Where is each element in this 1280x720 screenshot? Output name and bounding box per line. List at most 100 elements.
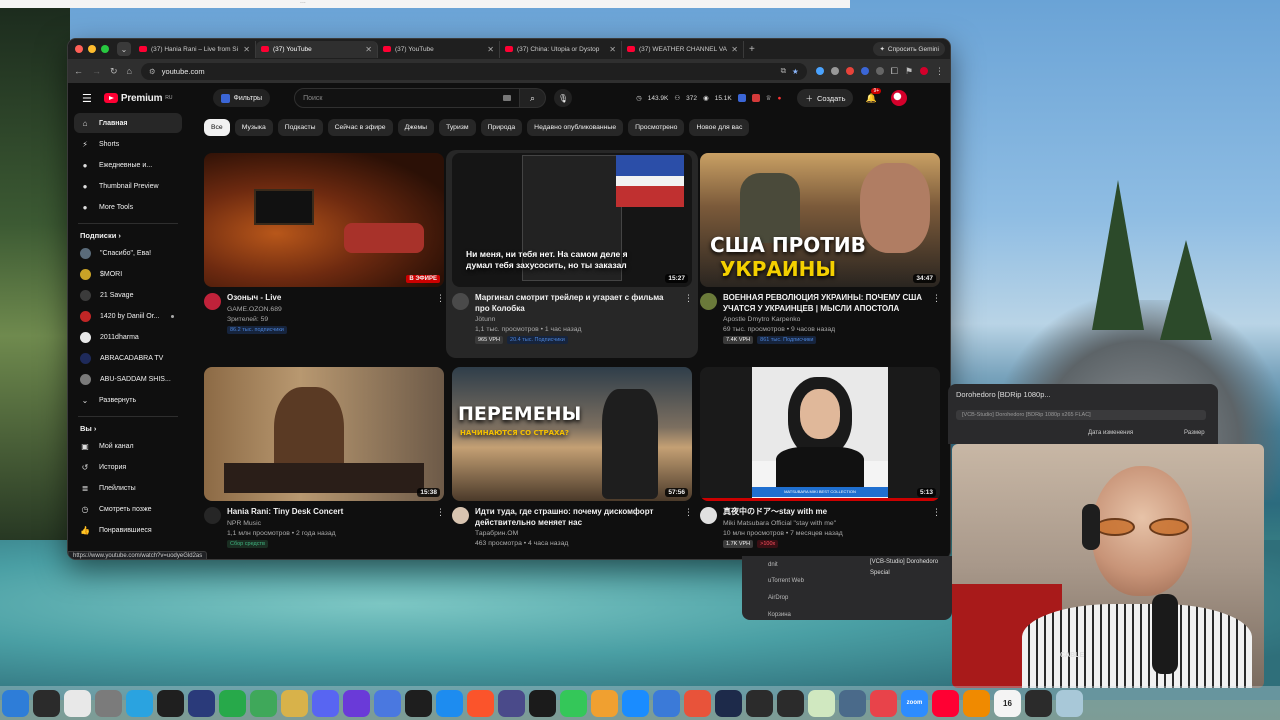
channel-name[interactable]: GAME.OZON.689 bbox=[227, 305, 430, 315]
create-button[interactable]: ＋ Создать bbox=[797, 89, 854, 107]
more-actions-icon[interactable]: ⋮ bbox=[684, 293, 693, 344]
photos-icon[interactable] bbox=[591, 689, 618, 717]
video-title[interactable]: 真夜中のドア〜stay with me bbox=[723, 507, 926, 518]
filter-chip[interactable]: Туризм bbox=[439, 119, 476, 136]
sidebar-subscription[interactable]: ABRACADABRA TV bbox=[74, 348, 182, 368]
close-tab-icon[interactable]: ✕ bbox=[365, 45, 372, 54]
close-tab-icon[interactable]: ✕ bbox=[731, 45, 738, 54]
video-card[interactable]: 15:38 Hania Rani: Tiny Desk Concert NPR … bbox=[204, 367, 445, 548]
video-thumbnail[interactable]: MATSUBARA MIKI BEST COLLECTION 5:13 bbox=[700, 367, 940, 501]
filter-chip[interactable]: Подкасты bbox=[277, 119, 323, 136]
chrome-icon[interactable] bbox=[64, 689, 91, 717]
maximize-window-button[interactable] bbox=[101, 45, 109, 53]
trash-icon[interactable] bbox=[1056, 689, 1083, 717]
chrome-menu-icon[interactable]: ⋮ bbox=[935, 66, 944, 77]
video-thumbnail[interactable]: Ни меня, ни тебя нет. На самом деле я ду… bbox=[452, 153, 692, 287]
extension-icon[interactable] bbox=[751, 94, 760, 102]
video-title[interactable]: Идти туда, где страшно: почему дискомфор… bbox=[475, 507, 678, 528]
notes-app-icon[interactable] bbox=[281, 689, 308, 717]
evernote-icon[interactable] bbox=[219, 689, 246, 717]
channel-name[interactable]: NPR Music bbox=[227, 519, 430, 529]
channel-avatar[interactable] bbox=[204, 507, 221, 524]
discord-icon[interactable] bbox=[312, 689, 339, 717]
more-actions-icon[interactable]: ⋮ bbox=[932, 293, 941, 344]
subscriptions-heading[interactable]: Подписки › bbox=[80, 231, 188, 240]
bookmark-star-icon[interactable]: ★ bbox=[792, 67, 799, 76]
filter-chip[interactable]: Природа bbox=[480, 119, 523, 136]
phone-icon[interactable] bbox=[808, 689, 835, 717]
youtube-icon[interactable] bbox=[932, 689, 959, 717]
back-icon[interactable]: ← bbox=[74, 66, 83, 76]
search-button[interactable]: ⌕ bbox=[520, 88, 547, 108]
tab-search-icon[interactable]: ⌄ bbox=[117, 42, 131, 56]
sidebar-item[interactable]: ▣ Мой канал bbox=[74, 436, 182, 456]
video-thumbnail[interactable]: ПЕРЕМЕНЫ НАЧИНАЮТСЯ СО СТРАХА? 57:56 bbox=[452, 367, 692, 501]
channel-name[interactable]: Тарабрин.ОМ bbox=[475, 529, 678, 539]
sidebar-item[interactable]: ↺ История bbox=[74, 457, 182, 477]
browser-tab[interactable]: (37) Hania Rani – Live from Si ✕ bbox=[134, 40, 256, 58]
reload-icon[interactable]: ↻ bbox=[110, 66, 118, 77]
trophy-icon[interactable]: ♕ bbox=[766, 94, 772, 102]
channel-avatar[interactable] bbox=[204, 293, 221, 310]
zoom-icon[interactable]: zoom bbox=[901, 689, 928, 717]
notifications-button[interactable]: 🔔 9+ bbox=[865, 87, 882, 104]
sidebar-subscription[interactable]: ABU-SADDAM SHIS... bbox=[74, 369, 182, 389]
extension-icon[interactable] bbox=[845, 67, 854, 75]
channel-avatar[interactable] bbox=[700, 293, 717, 310]
sidebar-item[interactable]: ⚡ Shorts bbox=[74, 134, 182, 154]
video-title[interactable]: Маргинал смотрит трейлер и угарает с фил… bbox=[475, 293, 678, 314]
finder-sidebar-item[interactable]: uTorrent Web bbox=[768, 578, 804, 584]
app-store-icon[interactable] bbox=[622, 689, 649, 717]
url-field[interactable]: ⚙ youtube.com ⧉ ★ bbox=[140, 62, 807, 80]
extension-icon[interactable] bbox=[875, 67, 884, 75]
youtube-premium-logo[interactable]: Premium RU bbox=[103, 93, 173, 104]
final-cut-icon[interactable] bbox=[405, 689, 432, 717]
system-info-icon[interactable] bbox=[839, 689, 866, 717]
more-actions-icon[interactable]: ⋮ bbox=[932, 507, 941, 548]
filter-chip[interactable]: Джемы bbox=[397, 119, 435, 136]
sidebar-subscription[interactable]: "Спасибо", Ева! bbox=[74, 243, 182, 263]
video-thumbnail[interactable]: В ЭФИРЕ bbox=[204, 153, 444, 287]
close-tab-icon[interactable]: ✕ bbox=[243, 45, 250, 54]
notification-dot-icon[interactable]: ● bbox=[778, 95, 782, 102]
firefly-icon[interactable] bbox=[684, 689, 711, 717]
monitor-icon[interactable] bbox=[1025, 689, 1052, 717]
brave-icon[interactable] bbox=[467, 689, 494, 717]
you-heading[interactable]: Вы › bbox=[80, 424, 188, 433]
filter-chip[interactable]: Музыка bbox=[234, 119, 273, 136]
channel-avatar[interactable] bbox=[452, 507, 469, 524]
telegram-icon[interactable] bbox=[126, 689, 153, 717]
filter-chip[interactable]: Все bbox=[204, 119, 230, 136]
browser-tab[interactable]: (37) YouTube ✕ bbox=[256, 40, 378, 58]
extension-icon[interactable] bbox=[860, 67, 869, 75]
finder-row[interactable]: Special bbox=[870, 570, 890, 576]
guide-menu-icon[interactable]: ☰ bbox=[82, 92, 92, 105]
browser-tab[interactable]: (37) YouTube ✕ bbox=[378, 40, 500, 58]
video-title[interactable]: Hania Rani: Tiny Desk Concert bbox=[227, 507, 430, 518]
vlc-icon[interactable] bbox=[963, 689, 990, 717]
sidebar-item[interactable]: ≣ Плейлисты bbox=[74, 478, 182, 498]
preview-icon[interactable] bbox=[653, 689, 680, 717]
finder-icon[interactable] bbox=[2, 689, 29, 717]
gemini-button[interactable]: ✦ Спросить Gemini bbox=[873, 42, 945, 56]
forward-icon[interactable]: → bbox=[92, 66, 101, 76]
finder-sidebar-item[interactable]: Корзина bbox=[768, 612, 791, 618]
browser-tab[interactable]: (37) China: Utopia or Dystop ✕ bbox=[500, 40, 622, 58]
filters-button[interactable]: Фильтры bbox=[212, 89, 271, 107]
tab-groups-icon[interactable]: ⚑ bbox=[905, 66, 913, 77]
video-title[interactable]: Озоныч - Live bbox=[227, 293, 430, 304]
sidebar-item[interactable]: 👍 Понравившиеся bbox=[74, 520, 182, 540]
finder-path-field[interactable]: [VCB-Studio] Dorohedoro [BDRip 1080p x26… bbox=[956, 410, 1206, 420]
filter-chip[interactable]: Новое для вас bbox=[689, 119, 750, 136]
sidebar-subscription[interactable]: 1420 by Daniil Or... bbox=[74, 306, 182, 326]
more-actions-icon[interactable]: ⋮ bbox=[684, 507, 693, 549]
search-input[interactable]: Поиск bbox=[294, 88, 521, 108]
sidebar-subscription[interactable]: $MORI bbox=[74, 264, 182, 284]
extension-icon[interactable] bbox=[815, 67, 824, 75]
channel-name[interactable]: Miki Matsubara Official "stay with me" bbox=[723, 519, 926, 529]
claquette-icon[interactable] bbox=[33, 689, 60, 717]
video-card[interactable]: В ЭФИРЕ Озоныч - Live GAME.OZON.689 Зрит… bbox=[204, 153, 445, 334]
video-card[interactable]: MATSUBARA MIKI BEST COLLECTION 5:13 真夜中の… bbox=[700, 367, 941, 548]
sidebar-item[interactable]: ● Ежедневные и... bbox=[74, 155, 182, 175]
vectorize-icon[interactable] bbox=[343, 689, 370, 717]
